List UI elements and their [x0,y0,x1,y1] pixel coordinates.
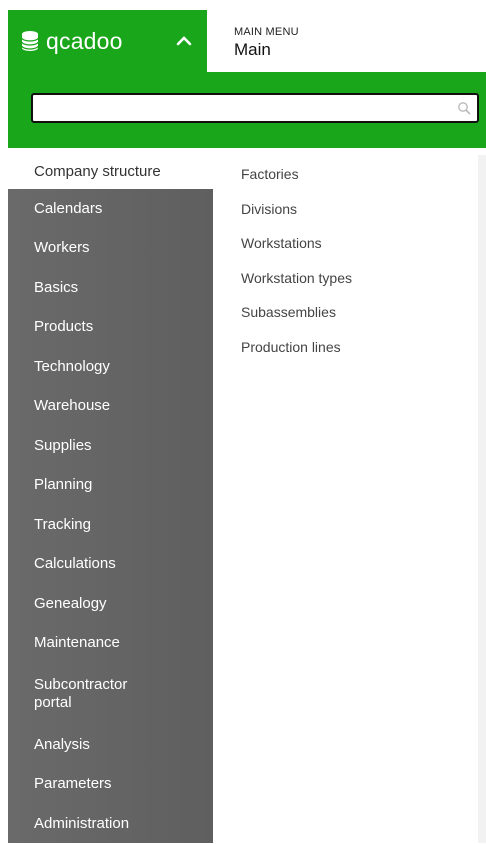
sidebar-item-workers[interactable]: Workers [8,229,213,269]
sidebar-item-company-structure[interactable]: Company structure [8,155,213,189]
submenu-item-subassemblies[interactable]: Subassemblies [241,304,352,339]
submenu-item-divisions[interactable]: Divisions [241,201,352,236]
sidebar-item-label: Administration [34,814,130,832]
sidebar: Company structure Calendars Workers Basi… [8,155,213,843]
sidebar-item-label: Calculations [34,555,116,573]
sidebar-item-label: Tracking [34,515,91,533]
sidebar-item-calendars[interactable]: Calendars [8,189,213,229]
sidebar-item-label: Products [34,318,94,336]
sidebar-item-label: Parameters [34,775,112,793]
page-title: Main [234,40,271,59]
sidebar-item-genealogy[interactable]: Genealogy [8,584,213,624]
chevron-up-icon[interactable] [175,32,193,48]
sidebar-item-analysis[interactable]: Analysis [8,725,213,765]
scroll-edge [478,155,486,843]
sidebar-item-calculations[interactable]: Calculations [8,545,213,585]
sidebar-item-basics[interactable]: Basics [8,268,213,308]
search-input[interactable] [33,95,445,121]
sidebar-item-label: Technology [34,357,110,375]
sidebar-item-supplies[interactable]: Supplies [8,426,213,466]
sidebar-item-label: Genealogy [34,594,107,612]
sidebar-item-warehouse[interactable]: Warehouse [8,387,213,427]
sidebar-item-tracking[interactable]: Tracking [8,505,213,545]
search-icon[interactable] [457,101,471,115]
database-icon [21,31,39,51]
sidebar-item-maintenance[interactable]: Maintenance [8,624,213,664]
submenu-item-production-lines[interactable]: Production lines [241,339,352,374]
sidebar-item-label: Company structure [34,163,161,180]
submenu-item-workstations[interactable]: Workstations [241,235,352,270]
sidebar-item-label: Calendars [34,199,103,217]
search-box [31,93,479,123]
header-section-label: MAIN MENU [234,26,299,38]
submenu-item-workstation-types[interactable]: Workstation types [241,270,352,305]
submenu: Factories Divisions Workstations Worksta… [241,166,352,373]
search-bar [8,72,486,148]
sidebar-item-label: Basics [34,278,79,296]
header: MAIN MENU Main [207,10,486,72]
sidebar-item-label: Warehouse [34,397,111,415]
sidebar-item-technology[interactable]: Technology [8,347,213,387]
sidebar-item-administration[interactable]: Administration [8,804,213,844]
logo-text: qcadoo [46,27,123,54]
sidebar-item-label: Maintenance [34,634,120,652]
sidebar-item-label: Workers [34,239,90,257]
sidebar-item-label: Planning [34,476,93,494]
submenu-item-factories[interactable]: Factories [241,166,352,201]
sidebar-item-parameters[interactable]: Parameters [8,765,213,805]
logo-box: qcadoo [8,10,207,72]
sidebar-item-label: Supplies [34,436,92,454]
sidebar-item-planning[interactable]: Planning [8,466,213,506]
sidebar-item-label: Subcontractor portal [34,676,128,711]
sidebar-item-label: Analysis [34,735,90,753]
sidebar-item-products[interactable]: Products [8,308,213,348]
sidebar-item-subcontractor-portal[interactable]: Subcontractor portal [8,663,213,725]
